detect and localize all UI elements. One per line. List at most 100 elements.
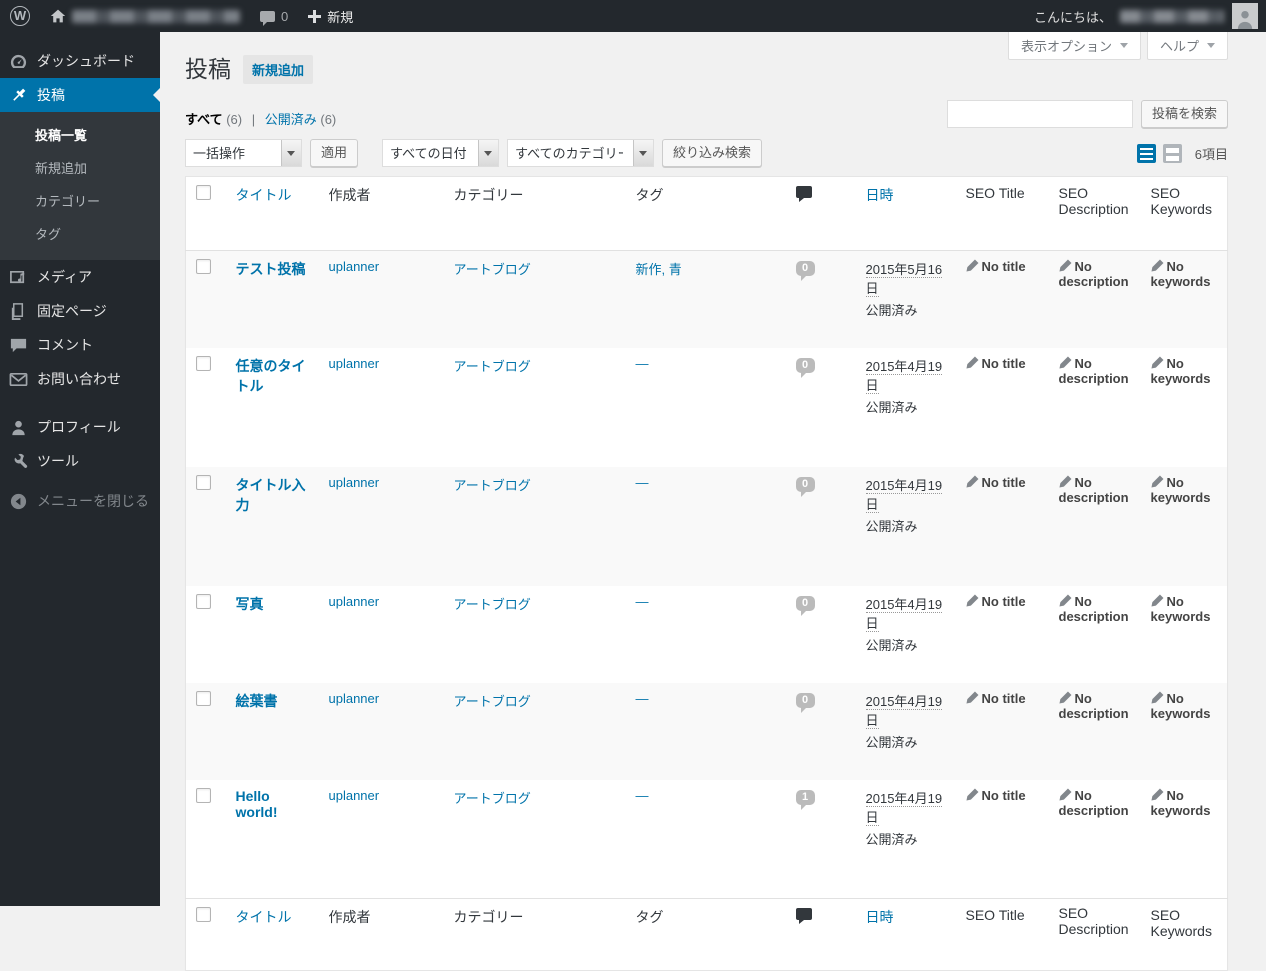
post-title-link[interactable]: Hello world! xyxy=(236,788,278,820)
seo-title-field[interactable]: No title xyxy=(965,691,1026,706)
category-link[interactable]: アートブログ xyxy=(454,597,531,612)
seo-keywords-field[interactable]: No keywords xyxy=(1151,788,1211,818)
comment-count-badge[interactable]: 0 xyxy=(795,692,815,713)
author-link[interactable]: uplanner xyxy=(329,788,380,803)
admin-sidebar: ダッシュボード 投稿 投稿一覧 新規追加 カテゴリー タグ メディア 固定ページ… xyxy=(0,32,161,906)
category-link[interactable]: アートブログ xyxy=(454,478,531,493)
row-checkbox[interactable] xyxy=(196,690,211,706)
post-title-link[interactable]: 絵葉書 xyxy=(236,693,278,709)
sort-by-title-bottom[interactable]: タイトル xyxy=(236,909,292,925)
seo-description-field[interactable]: No description xyxy=(1059,356,1129,386)
seo-description-field[interactable]: No description xyxy=(1059,788,1129,818)
seo-keywords-field[interactable]: No keywords xyxy=(1151,259,1211,289)
header-seo-description: SEO Description xyxy=(1048,176,1141,251)
sidebar-item-media[interactable]: メディア xyxy=(0,260,160,294)
collapse-arrow-icon xyxy=(10,493,27,509)
bulk-actions-select[interactable]: 一括操作 xyxy=(186,140,301,166)
sidebar-item-comments[interactable]: コメント xyxy=(0,328,160,362)
post-title-link[interactable]: 任意のタイトル xyxy=(236,358,306,394)
row-checkbox[interactable] xyxy=(196,787,211,803)
row-checkbox[interactable] xyxy=(196,593,211,609)
category-link[interactable]: アートブログ xyxy=(454,791,531,806)
seo-description-field[interactable]: No description xyxy=(1059,259,1129,289)
seo-title-field[interactable]: No title xyxy=(965,356,1026,371)
sort-by-date-bottom[interactable]: 日時 xyxy=(866,909,894,925)
author-link[interactable]: uplanner xyxy=(329,691,380,706)
select-all-checkbox-bottom[interactable] xyxy=(196,907,211,922)
tags-link[interactable]: — xyxy=(636,356,649,371)
category-link[interactable]: アートブログ xyxy=(454,359,531,374)
footer-seo-title: SEO Title xyxy=(955,898,1049,971)
chevron-down-icon xyxy=(1207,43,1215,52)
sidebar-item-tools[interactable]: ツール xyxy=(0,444,160,478)
author-link[interactable]: uplanner xyxy=(329,259,380,274)
tags-link[interactable]: 新作, 青 xyxy=(636,262,682,277)
comment-count-badge[interactable]: 1 xyxy=(795,789,815,810)
submenu-item-tags[interactable]: タグ xyxy=(0,217,160,250)
help-label: ヘルプ xyxy=(1159,39,1199,54)
seo-title-field[interactable]: No title xyxy=(965,788,1026,803)
search-input[interactable] xyxy=(946,100,1133,128)
sort-by-date[interactable]: 日時 xyxy=(866,187,894,203)
seo-description-field[interactable]: No description xyxy=(1059,475,1129,505)
screen-options-label: 表示オプション xyxy=(1020,39,1112,54)
comment-count-badge[interactable]: 0 xyxy=(795,357,815,378)
pencil-icon xyxy=(1058,594,1071,607)
tags-link[interactable]: — xyxy=(636,788,649,803)
author-link[interactable]: uplanner xyxy=(329,356,380,371)
category-filter-select[interactable]: すべてのカテゴリー xyxy=(508,140,654,166)
tags-link[interactable]: — xyxy=(636,594,649,609)
date-filter-select[interactable]: すべての日付 xyxy=(383,140,499,166)
sidebar-item-pages[interactable]: 固定ページ xyxy=(0,294,160,328)
comment-count-badge[interactable]: 0 xyxy=(795,261,815,281)
sidebar-item-profile[interactable]: プロフィール xyxy=(0,410,160,444)
sidebar-item-posts[interactable]: 投稿 xyxy=(0,78,161,112)
seo-description-field[interactable]: No description xyxy=(1059,691,1129,721)
post-title-link[interactable]: タイトル入力 xyxy=(236,477,306,513)
tags-link[interactable]: — xyxy=(636,475,649,490)
category-link[interactable]: アートブログ xyxy=(454,262,531,277)
row-checkbox[interactable] xyxy=(196,474,211,490)
comment-count-badge[interactable]: 0 xyxy=(795,595,815,616)
author-link[interactable]: uplanner xyxy=(329,475,380,490)
apply-button[interactable]: 適用 xyxy=(310,139,359,167)
post-title-link[interactable]: テスト投稿 xyxy=(236,261,306,277)
select-all-checkbox[interactable] xyxy=(196,185,211,200)
submenu-item-all-posts[interactable]: 投稿一覧 xyxy=(0,118,160,151)
comment-count-badge[interactable]: 0 xyxy=(795,476,815,497)
sidebar-item-collapse-menu[interactable]: メニューを閉じる xyxy=(0,484,160,518)
tags-link[interactable]: — xyxy=(636,691,649,706)
filter-published-link[interactable]: 公開済み xyxy=(265,112,317,127)
admin-bar-account[interactable]: こんにちは、 xyxy=(1034,3,1266,29)
submenu-item-add-new[interactable]: 新規追加 xyxy=(0,151,160,184)
excerpt-view-icon[interactable] xyxy=(1162,143,1182,163)
wordpress-logo-menu[interactable] xyxy=(0,0,40,32)
sort-by-title[interactable]: タイトル xyxy=(236,187,292,203)
filter-all-link[interactable]: すべて xyxy=(185,112,223,127)
seo-keywords-field[interactable]: No keywords xyxy=(1151,356,1211,386)
admin-bar-new-menu[interactable]: 新規 xyxy=(298,0,363,32)
author-link[interactable]: uplanner xyxy=(329,594,380,609)
filter-button[interactable]: 絞り込み検索 xyxy=(662,139,763,167)
sidebar-item-contact[interactable]: お問い合わせ xyxy=(0,362,160,396)
submenu-item-categories[interactable]: カテゴリー xyxy=(0,184,160,217)
search-posts-button[interactable]: 投稿を検索 xyxy=(1140,100,1228,128)
seo-title-field[interactable]: No title xyxy=(965,259,1026,274)
row-checkbox[interactable] xyxy=(196,259,211,274)
post-title-link[interactable]: 写真 xyxy=(236,596,264,612)
seo-title-field[interactable]: No title xyxy=(965,594,1026,609)
sidebar-item-dashboard[interactable]: ダッシュボード xyxy=(0,44,160,78)
list-view-icon[interactable] xyxy=(1136,143,1156,163)
admin-bar-comments[interactable]: 0 xyxy=(250,0,298,32)
screen-options-tab[interactable]: 表示オプション xyxy=(1007,32,1141,60)
seo-title-field[interactable]: No title xyxy=(965,475,1026,490)
seo-keywords-field[interactable]: No keywords xyxy=(1151,594,1211,624)
row-checkbox[interactable] xyxy=(196,355,211,371)
seo-description-field[interactable]: No description xyxy=(1059,594,1129,624)
help-tab[interactable]: ヘルプ xyxy=(1146,32,1228,60)
category-link[interactable]: アートブログ xyxy=(454,694,531,709)
seo-keywords-field[interactable]: No keywords xyxy=(1151,691,1211,721)
seo-keywords-field[interactable]: No keywords xyxy=(1151,475,1211,505)
add-new-button[interactable]: 新規追加 xyxy=(243,55,314,84)
site-link[interactable] xyxy=(40,0,250,32)
